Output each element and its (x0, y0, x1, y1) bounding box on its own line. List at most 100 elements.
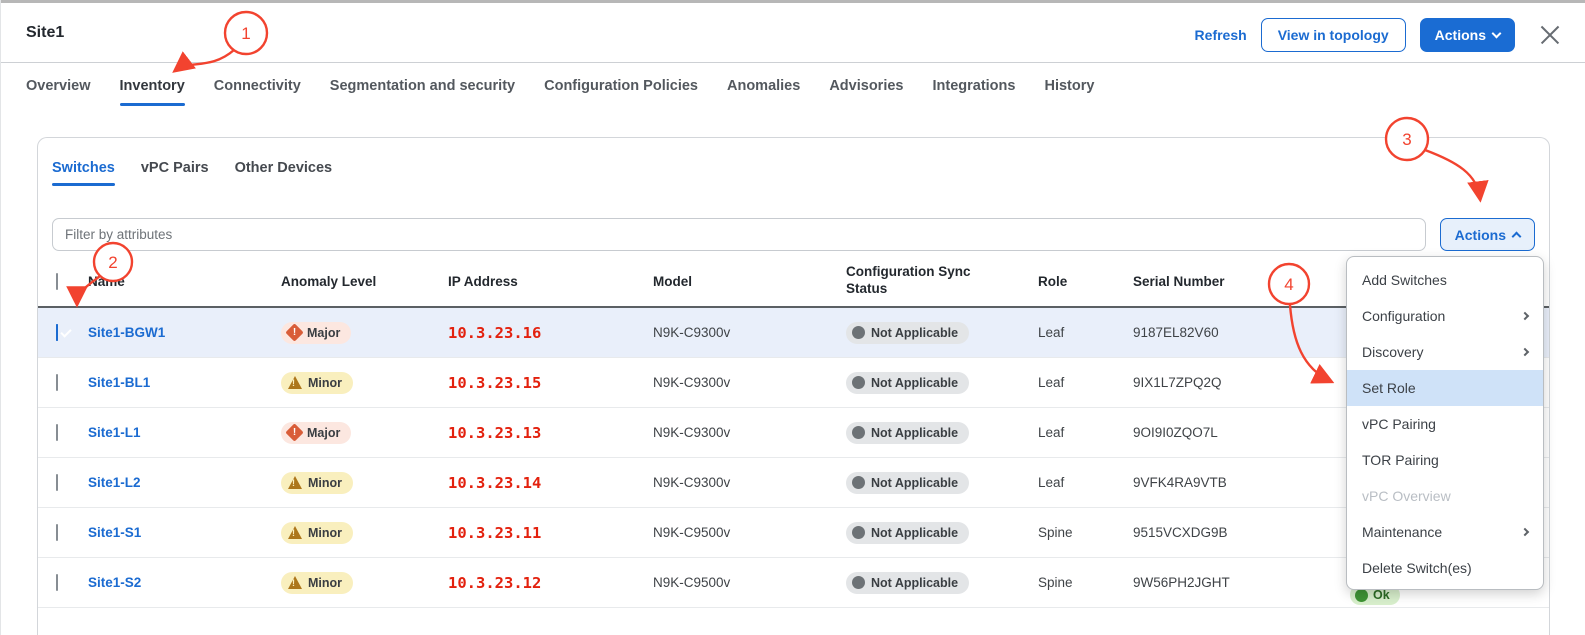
table-row: Site1-BGW1 Major 10.3.23.16 N9K-C9300v N… (38, 308, 1549, 358)
col-header-ip-address[interactable]: IP Address (448, 274, 653, 289)
switch-name-link[interactable]: Site1-S2 (88, 575, 281, 590)
tab-history[interactable]: History (1044, 78, 1094, 106)
ip-address: 10.3.23.13 (448, 424, 653, 442)
switch-name-link[interactable]: Site1-BGW1 (88, 325, 281, 340)
menu-item-set-role[interactable]: Set Role (1347, 370, 1543, 406)
sync-status-label: Not Applicable (871, 426, 958, 440)
chevron-down-icon (1492, 29, 1502, 39)
chevron-up-icon (1512, 232, 1522, 242)
close-icon[interactable] (1537, 22, 1563, 48)
header-controls: Refresh View in topology Actions (1195, 17, 1563, 53)
sync-status-badge: Not Applicable (846, 572, 969, 594)
menu-item-label: vPC Overview (1362, 488, 1451, 504)
header-actions-button[interactable]: Actions (1420, 18, 1515, 52)
model: N9K-C9500v (653, 575, 846, 590)
ip-address: 10.3.23.12 (448, 574, 653, 592)
role: Leaf (1038, 475, 1133, 490)
switches-table: Name Anomaly Level IP Address Model Conf… (38, 256, 1549, 608)
minor-anomaly-icon (288, 526, 302, 539)
serial-number: 9OI9I0ZQO7L (1133, 425, 1313, 440)
col-header-serial-number[interactable]: Serial Number (1133, 274, 1313, 289)
menu-item-label: Discovery (1362, 344, 1423, 360)
row-checkbox[interactable] (56, 424, 58, 441)
sync-status-label: Not Applicable (871, 526, 958, 540)
serial-number: 9IX1L7ZPQ2Q (1133, 375, 1313, 390)
row-checkbox[interactable] (56, 524, 58, 541)
switch-name-link[interactable]: Site1-L1 (88, 425, 281, 440)
filter-toolbar: Actions (52, 218, 1535, 251)
anomaly-label: Major (307, 426, 340, 440)
menu-item-configuration[interactable]: Configuration (1347, 298, 1543, 334)
menu-item-label: Set Role (1362, 380, 1416, 396)
green-dot-icon (1355, 589, 1368, 602)
row-checkbox[interactable] (56, 374, 58, 391)
tab-segmentation-and-security[interactable]: Segmentation and security (330, 78, 515, 106)
subtab-other-devices[interactable]: Other Devices (235, 160, 333, 186)
row-checkbox[interactable] (56, 574, 58, 591)
tab-integrations[interactable]: Integrations (932, 78, 1015, 106)
table-header-row: Name Anomaly Level IP Address Model Conf… (38, 256, 1549, 308)
anomaly-label: Minor (308, 526, 342, 540)
gray-dot-icon (852, 326, 865, 339)
tab-advisories[interactable]: Advisories (829, 78, 903, 106)
anomaly-label: Minor (308, 376, 342, 390)
menu-item-add-switches[interactable]: Add Switches (1347, 262, 1543, 298)
gray-dot-icon (852, 576, 865, 589)
table-actions-button[interactable]: Actions (1440, 218, 1535, 251)
col-header-config-sync-status[interactable]: Configuration Sync Status (846, 264, 996, 298)
minor-anomaly-icon (288, 476, 302, 489)
anomaly-badge: Minor (281, 572, 353, 594)
col-header-model[interactable]: Model (653, 274, 846, 289)
serial-number: 9187EL82V60 (1133, 325, 1313, 340)
gray-dot-icon (852, 526, 865, 539)
ok-status-label: Ok (1373, 588, 1390, 602)
table-row: Site1-L1 Major 10.3.23.13 N9K-C9300v Not… (38, 408, 1549, 458)
menu-item-vpc-overview: vPC Overview (1347, 478, 1543, 514)
menu-item-maintenance[interactable]: Maintenance (1347, 514, 1543, 550)
tab-configuration-policies[interactable]: Configuration Policies (544, 78, 698, 106)
col-header-anomaly-level[interactable]: Anomaly Level (281, 274, 448, 289)
anomaly-label: Major (307, 326, 340, 340)
table-row: Site1-L2 Minor 10.3.23.14 N9K-C9300v Not… (38, 458, 1549, 508)
col-header-role[interactable]: Role (1038, 274, 1133, 289)
actions-dropdown-menu: Add Switches Configuration Discovery Set… (1346, 256, 1544, 590)
menu-item-delete-switches[interactable]: Delete Switch(es) (1347, 550, 1543, 586)
menu-item-label: Add Switches (1362, 272, 1447, 288)
major-anomaly-icon (285, 323, 303, 341)
col-header-name[interactable]: Name (88, 274, 281, 289)
anomaly-label: Minor (308, 476, 342, 490)
anomaly-badge: Major (281, 422, 351, 444)
menu-item-tor-pairing[interactable]: TOR Pairing (1347, 442, 1543, 478)
major-anomaly-icon (285, 423, 303, 441)
gray-dot-icon (852, 376, 865, 389)
dialog-header: Site1 Refresh View in topology Actions (1, 3, 1585, 62)
row-checkbox[interactable] (56, 474, 58, 491)
minor-anomaly-icon (288, 576, 302, 589)
tab-overview[interactable]: Overview (26, 78, 91, 106)
filter-input[interactable] (52, 218, 1426, 251)
menu-item-vpc-pairing[interactable]: vPC Pairing (1347, 406, 1543, 442)
row-checkbox[interactable] (56, 324, 58, 341)
tab-inventory[interactable]: Inventory (120, 78, 185, 106)
anomaly-badge: Minor (281, 472, 353, 494)
switch-name-link[interactable]: Site1-S1 (88, 525, 281, 540)
tab-connectivity[interactable]: Connectivity (214, 78, 301, 106)
switch-name-link[interactable]: Site1-BL1 (88, 375, 281, 390)
switch-name-link[interactable]: Site1-L2 (88, 475, 281, 490)
select-all-checkbox[interactable] (56, 273, 58, 290)
role: Spine (1038, 525, 1133, 540)
table-row: Site1-BL1 Minor 10.3.23.15 N9K-C9300v No… (38, 358, 1549, 408)
tab-anomalies[interactable]: Anomalies (727, 78, 800, 106)
refresh-link[interactable]: Refresh (1195, 27, 1247, 43)
subtab-vpc-pairs[interactable]: vPC Pairs (141, 160, 209, 186)
chevron-right-icon (1521, 312, 1529, 320)
table-row: Site1-S1 Minor 10.3.23.11 N9K-C9500v Not… (38, 508, 1549, 558)
view-in-topology-button[interactable]: View in topology (1261, 18, 1406, 52)
subtab-switches[interactable]: Switches (52, 160, 115, 186)
sync-status-badge: Not Applicable (846, 422, 969, 444)
inventory-card: Switches vPC Pairs Other Devices Actions… (37, 137, 1550, 635)
model: N9K-C9300v (653, 325, 846, 340)
gray-dot-icon (852, 426, 865, 439)
menu-item-discovery[interactable]: Discovery (1347, 334, 1543, 370)
model: N9K-C9300v (653, 475, 846, 490)
